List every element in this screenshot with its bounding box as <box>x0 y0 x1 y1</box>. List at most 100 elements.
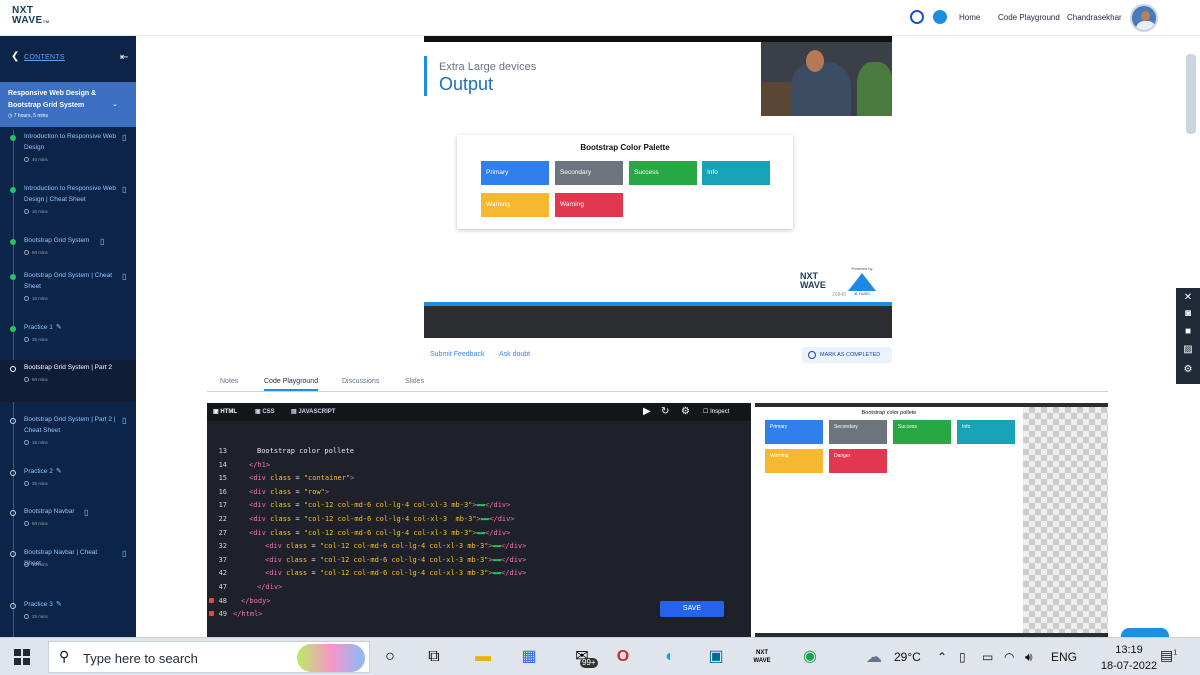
book-icon[interactable]: ▯ <box>84 508 88 517</box>
remote-desktop-icon[interactable]: ▣ <box>705 646 727 668</box>
collapse-sidebar-icon[interactable]: ⇤ <box>120 52 128 63</box>
save-button[interactable]: SAVE <box>660 601 724 617</box>
submit-feedback-link[interactable]: Submit Feedback <box>430 351 484 358</box>
clock-icon <box>24 296 29 301</box>
code-token: = <box>307 542 320 551</box>
nav-home-link[interactable]: Home <box>959 13 980 22</box>
editor-tab-css[interactable]: ▣ CSS <box>255 408 275 415</box>
timer-icon[interactable] <box>910 10 924 24</box>
temperature[interactable]: 29°C <box>894 650 921 664</box>
video-icon[interactable]: ■ <box>1182 326 1194 338</box>
page-scrollbar[interactable] <box>1186 54 1196 134</box>
user-name[interactable]: Chandrasekhar <box>1067 13 1122 22</box>
back-chevron-icon[interactable]: ❮ <box>11 51 19 62</box>
tray-chevron-up-icon[interactable]: ⌃ <box>937 650 947 664</box>
windows-start-icon[interactable] <box>14 649 30 665</box>
video-controls-area[interactable] <box>424 306 892 338</box>
reset-icon[interactable]: ↻ <box>661 406 669 417</box>
code-line[interactable]: 13 Bootstrap color pollete <box>207 445 751 458</box>
tab-discussions[interactable]: Discussions <box>342 378 379 385</box>
avatar[interactable] <box>1130 4 1158 32</box>
store-icon[interactable]: ▦ <box>518 646 540 668</box>
editor-tab-javascript[interactable]: ▤ JAVASCRIPT <box>291 408 335 415</box>
module-header[interactable]: Responsive Web Design & Bootstrap Grid S… <box>0 82 136 127</box>
code-line[interactable]: 37 <div class = "col-12 col-md-6 col-lg-4… <box>207 554 751 567</box>
sidebar-item[interactable]: Bootstrap Grid System | Part 2 | Cheat S… <box>0 412 136 464</box>
status-circle-icon <box>10 603 16 609</box>
chat-icon[interactable] <box>933 10 947 24</box>
nxtwave-logo[interactable]: NXT WAVETM <box>12 6 60 30</box>
book-icon[interactable]: ▯ <box>122 549 126 558</box>
code-line[interactable]: 16 <div class = "row"> <box>207 486 751 499</box>
book-icon[interactable]: ▯ <box>122 416 126 425</box>
file-explorer-icon[interactable]: ▬ <box>472 646 494 668</box>
palette-box: Secondary <box>555 161 623 185</box>
nxtwave-app-icon[interactable]: NXT WAVE <box>751 649 773 671</box>
line-number: 16 <box>218 487 227 496</box>
battery-icon[interactable]: ▭ <box>982 650 993 664</box>
language-indicator[interactable]: ENG <box>1051 650 1077 664</box>
camera-icon[interactable]: ◙ <box>1182 308 1194 320</box>
code-line[interactable]: 27 <div class = "col-12 col-md-6 col-lg-4… <box>207 527 751 540</box>
floating-tools-panel: ✕ ◙ ■ ▨ ⚙ <box>1176 288 1200 384</box>
book-icon[interactable]: ▯ <box>122 185 126 194</box>
settings-gear-icon[interactable]: ⚙ <box>681 406 690 417</box>
sidebar-item[interactable]: Introduction to Responsive Web Design | … <box>0 181 136 233</box>
slide-logo-line-2: WAVE <box>800 280 826 290</box>
code-token: class <box>286 569 308 578</box>
ask-doubt-link[interactable]: Ask doubt <box>499 351 530 358</box>
notification-icon[interactable]: ▤1 <box>1160 647 1177 664</box>
chrome-icon[interactable]: ◉ <box>799 646 821 668</box>
wifi-icon[interactable]: ◠ <box>1004 650 1014 664</box>
mail-icon[interactable]: ✉ 99+ <box>566 646 598 668</box>
code-line[interactable]: 42 <div class = "col-12 col-md-6 col-lg-4… <box>207 567 751 580</box>
run-icon[interactable]: ▶ <box>643 406 651 417</box>
preview-color-box: Warning <box>765 449 823 473</box>
tab-code-playground[interactable]: Code Playground <box>264 378 319 391</box>
app-logo-line-1: NXT <box>756 650 768 656</box>
book-icon[interactable]: ▯ <box>122 272 126 281</box>
weather-icon[interactable]: ☁ <box>866 647 882 667</box>
code-token: ▬▬ <box>492 569 502 578</box>
sidebar-item[interactable]: Practice 3 ✎ 25 mins <box>0 597 136 637</box>
chevron-down-icon[interactable]: ⌄ <box>112 100 118 108</box>
code-text: </body> <box>241 595 271 608</box>
sidebar-item[interactable]: Bootstrap Navbar | Cheat Sheet 15 mins ▯ <box>0 545 136 597</box>
close-icon[interactable]: ✕ <box>1182 292 1194 304</box>
code-line[interactable]: 17 <div class = "col-12 col-md-6 col-lg-4… <box>207 499 751 512</box>
cortana-icon[interactable]: ○ <box>379 646 401 668</box>
code-line[interactable]: 32 <div class = "col-12 col-md-6 col-lg-4… <box>207 540 751 553</box>
tab-slides[interactable]: Slides <box>405 378 424 385</box>
pane-resize-handle[interactable]: ⋮ <box>748 512 756 526</box>
video-player[interactable]: Extra Large devices Output Bootstrap Col… <box>424 36 892 338</box>
code-line[interactable]: 14 </h1> <box>207 459 751 472</box>
sidebar-item-label-text: Practice 1 <box>24 324 53 331</box>
sidebar-item[interactable]: Bootstrap Grid System | Part 2 50 mins <box>0 360 136 402</box>
volume-icon[interactable]: 🔊︎ <box>1025 650 1033 665</box>
sidebar-item[interactable]: Introduction to Responsive Web Design 40 … <box>0 129 136 181</box>
editor-tab-html[interactable]: ▣ HTML <box>213 408 237 415</box>
code-line[interactable]: 22 <div class = "col-12 col-md-6 col-lg-4… <box>207 513 751 526</box>
opera-icon[interactable]: O <box>612 646 634 668</box>
book-icon[interactable]: ▯ <box>122 133 126 142</box>
inspect-toggle[interactable]: ☐ Inspect <box>703 408 729 415</box>
gear-icon[interactable]: ⚙ <box>1182 364 1194 376</box>
taskbar-search[interactable]: ⚲ Type here to search <box>48 641 370 673</box>
edge-icon[interactable]: ◐ <box>659 646 681 668</box>
book-icon[interactable]: ▯ <box>100 237 104 246</box>
tab-notes[interactable]: Notes <box>220 378 238 385</box>
nav-code-playground-link[interactable]: Code Playground <box>998 13 1060 22</box>
meet-icon[interactable]: ▯ <box>959 650 966 664</box>
contents-link[interactable]: CONTENTS <box>24 54 65 61</box>
code-token: </body> <box>241 596 271 605</box>
sidebar-item[interactable]: Bootstrap Grid System | Cheat Sheet 10 mi… <box>0 268 136 320</box>
code-line[interactable]: 47 </div> <box>207 581 751 594</box>
code-editor[interactable]: ▣ HTML ▣ CSS ▤ JAVASCRIPT ▶ ↻ ⚙ ☐ Inspec… <box>207 403 751 637</box>
preview-color-box: Info <box>957 420 1015 444</box>
code-line[interactable]: 15 <div class = "container"> <box>207 472 751 485</box>
gallery-icon[interactable]: ▨ <box>1182 344 1194 356</box>
taskbar-clock[interactable]: 13:19 18-07-2022 <box>1100 642 1158 674</box>
task-view-icon[interactable]: ⧉ <box>423 646 445 668</box>
mark-as-completed-button[interactable]: MARK AS COMPLETED <box>802 347 892 363</box>
circle-icon <box>808 351 816 359</box>
